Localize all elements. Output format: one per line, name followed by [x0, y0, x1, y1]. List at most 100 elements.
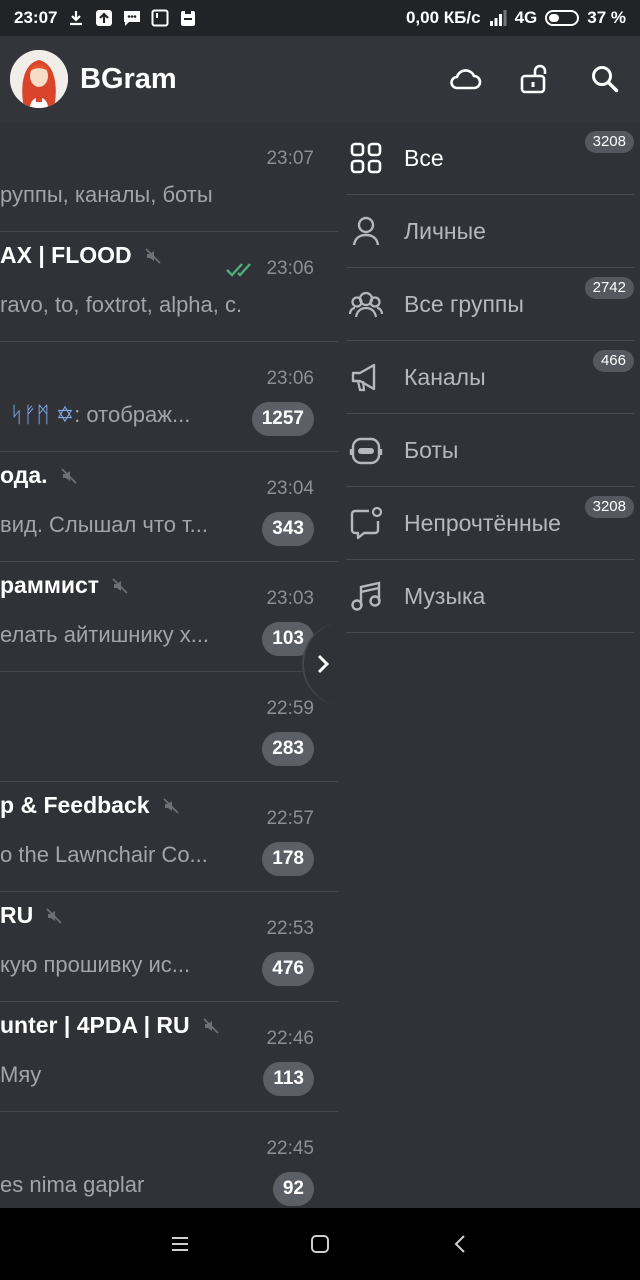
folder-badge: 2742	[584, 277, 634, 299]
cloud-icon[interactable]	[430, 36, 500, 122]
clipboard-icon	[179, 9, 197, 27]
chat-name: AX | FLOOD	[0, 242, 162, 269]
chat-message: Мяу	[0, 1062, 42, 1087]
menu-icon[interactable]	[150, 1214, 210, 1274]
mute-icon	[46, 907, 62, 924]
chat-time: 23:03	[266, 588, 314, 609]
unread-badge: 343	[262, 512, 314, 546]
battery-icon	[545, 10, 580, 26]
folder-label: Музыка	[404, 582, 486, 609]
chat-time: 22:57	[266, 808, 314, 829]
mute-icon	[145, 247, 161, 264]
network-speed: 0,00 КБ/с	[405, 8, 481, 27]
mute-icon	[162, 797, 179, 814]
chat-row[interactable]: 23:06 ᛋᚠᛗ ✡: отображ... 1257	[0, 342, 338, 452]
chevron-right-icon	[317, 654, 330, 674]
chat-message: кую прошивку ис...	[0, 952, 191, 977]
folder-badge: 3208	[584, 131, 634, 153]
chat-row[interactable]: unter | 4PDA | RU 22:46 Мяу 113	[0, 1002, 338, 1112]
chat-row[interactable]: ода. 23:04 вид. Слышал что т... 343	[0, 452, 338, 562]
folder-all-groups[interactable]: Все группы 2742	[346, 268, 634, 341]
chat-name-text: ода.	[0, 462, 48, 488]
unread-badge: 283	[262, 732, 314, 766]
sender-name: ᛋᚠᛗ ✡	[10, 402, 75, 427]
mute-icon	[203, 1017, 219, 1034]
notification-icon	[151, 9, 169, 27]
chat-row[interactable]: раммист 23:03 елать айтишнику х... 103	[0, 562, 338, 672]
unread-badge: 113	[263, 1062, 314, 1096]
network-type: 4G	[514, 8, 538, 27]
chat-list[interactable]: 23:07 руппы, каналы, боты AX | FLOOD 23:…	[0, 122, 338, 1208]
chat-row[interactable]: 22:59 283	[0, 672, 338, 782]
chat-name-text: p & Feedback	[0, 792, 150, 818]
unread-badge: 476	[262, 952, 314, 986]
double-check-icon	[226, 263, 251, 277]
app-title: BGram	[80, 62, 177, 95]
chat-row[interactable]: 22:45 es nima gaplar 92	[0, 1112, 338, 1208]
chat-message: елать айтишнику х...	[0, 622, 210, 647]
chat-name-text: RU	[0, 902, 34, 928]
unread-badge: 178	[262, 842, 314, 876]
system-nav-bar	[0, 1208, 640, 1280]
chat-message: вид. Слышал что т...	[0, 512, 209, 537]
folder-badge: 3208	[584, 496, 634, 518]
chat-time: 23:07	[266, 148, 314, 169]
folder-all[interactable]: Все 3208	[346, 122, 634, 195]
chat-message: руппы, каналы, боты	[0, 182, 213, 207]
folder-label: Боты	[404, 436, 459, 463]
group-icon	[348, 286, 384, 322]
chat-row[interactable]: p & Feedback 22:57 o the Lawnchair Co...…	[0, 782, 338, 892]
chat-row[interactable]: RU 22:53 кую прошивку ис... 476	[0, 892, 338, 1002]
folder-music[interactable]: Музыка	[346, 560, 634, 633]
music-icon	[348, 578, 384, 614]
chat-time: 23:06	[266, 368, 314, 389]
folder-unread[interactable]: Непрочтённые 3208	[346, 487, 634, 560]
chat-time: 22:46	[266, 1028, 314, 1049]
bot-icon	[348, 432, 384, 468]
chat-time: 22:53	[266, 918, 314, 939]
chat-message: es nima gaplar	[0, 1172, 145, 1197]
avatar[interactable]	[10, 50, 68, 108]
unlock-icon[interactable]	[500, 36, 570, 122]
mute-icon	[60, 467, 77, 484]
grid-icon	[348, 140, 384, 176]
chat-row[interactable]: AX | FLOOD 23:06 ravo, to, foxtrot, alph…	[0, 232, 338, 342]
chat-name: RU	[0, 902, 63, 929]
status-bar: 23:07 0,00 КБ/с 4G 37 %	[0, 0, 640, 36]
back-icon[interactable]	[430, 1214, 490, 1274]
unread-chat-icon	[348, 505, 384, 541]
folder-label: Непрочтённые	[404, 509, 561, 536]
search-icon[interactable]	[570, 36, 640, 122]
folder-label: Все группы	[404, 290, 524, 317]
folder-bots[interactable]: Боты	[346, 414, 634, 487]
folder-label: Личные	[404, 217, 486, 244]
folder-channels[interactable]: Каналы 466	[346, 341, 634, 414]
unread-badge: 92	[272, 1172, 314, 1206]
chat-row[interactable]: 23:07 руппы, каналы, боты	[0, 122, 338, 232]
home-icon[interactable]	[290, 1214, 350, 1274]
folder-personal[interactable]: Личные	[346, 195, 634, 268]
signal-icon	[489, 9, 507, 27]
chat-message: o the Lawnchair Co...	[0, 842, 208, 867]
download-icon	[67, 9, 85, 27]
chat-message: ᛋᚠᛗ ✡: отображ...	[10, 402, 250, 428]
chat-message-text: : отображ...	[74, 402, 191, 427]
chat-name-text: unter | 4PDA | RU	[0, 1012, 190, 1038]
status-time: 23:07	[14, 8, 58, 27]
mute-icon	[112, 577, 128, 594]
chat-name: unter | 4PDA | RU	[0, 1012, 220, 1039]
message-icon	[123, 9, 141, 27]
chat-time: 22:45	[266, 1138, 314, 1159]
folder-label: Каналы	[404, 363, 486, 390]
chat-message: ravo, to, foxtrot, alpha, c...	[0, 292, 240, 317]
folder-menu: Все 3208 Личные Все группы 2742 Каналы 4…	[346, 122, 634, 633]
chat-time: 23:06	[266, 258, 314, 279]
chat-name: ода.	[0, 462, 78, 489]
chat-name: p & Feedback	[0, 792, 180, 819]
chat-time: 22:59	[266, 698, 314, 719]
upload-icon	[95, 9, 113, 27]
folder-label: Все	[404, 144, 444, 171]
megaphone-icon	[348, 359, 384, 395]
battery-level: 37 %	[587, 8, 626, 27]
unread-badge: 1257	[251, 402, 314, 436]
